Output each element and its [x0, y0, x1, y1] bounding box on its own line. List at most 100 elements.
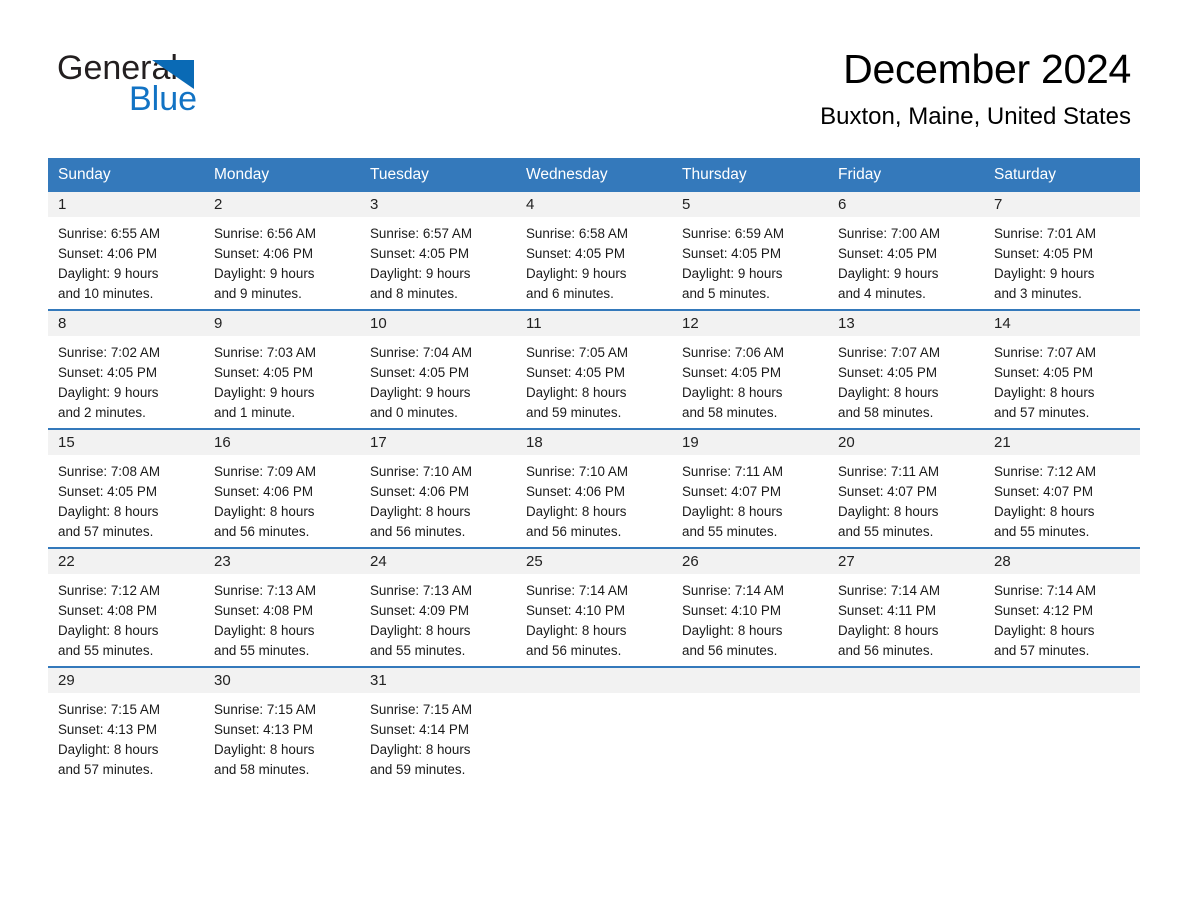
daylight-text-line2: and 58 minutes.: [214, 762, 310, 777]
week-row: 15 Sunrise: 7:08 AM Sunset: 4:05 PM Dayligh…: [48, 428, 1140, 548]
day-number: 24: [360, 549, 516, 574]
day-info: Sunrise: 7:02 AM Sunset: 4:05 PM Daylight:…: [48, 336, 204, 423]
general-blue-logo[interactable]: General Blue: [57, 48, 317, 118]
sunrise-text: Sunrise: 7:01 AM: [994, 226, 1096, 241]
day-cell[interactable]: 29 Sunrise: 7:15 AM Sunset: 4:13 PM Dayligh…: [48, 666, 204, 785]
sunset-text: Sunset: 4:10 PM: [526, 603, 625, 618]
day-cell[interactable]: 28 Sunrise: 7:14 AM Sunset: 4:12 PM Dayligh…: [984, 547, 1140, 667]
day-cell[interactable]: 17 Sunrise: 7:10 AM Sunset: 4:06 PM Dayligh…: [360, 428, 516, 548]
sunrise-text: Sunrise: 6:55 AM: [58, 226, 160, 241]
day-cell[interactable]: 12 Sunrise: 7:06 AM Sunset: 4:05 PM Dayligh…: [672, 309, 828, 429]
day-number: 9: [204, 311, 360, 336]
daylight-text-line1: Daylight: 8 hours: [58, 504, 159, 519]
day-cell[interactable]: 5 Sunrise: 6:59 AM Sunset: 4:05 PM Daylight…: [672, 192, 828, 310]
day-number: 11: [516, 311, 672, 336]
sunrise-text: Sunrise: 6:58 AM: [526, 226, 628, 241]
sunrise-text: Sunrise: 7:02 AM: [58, 345, 160, 360]
day-cell[interactable]: 21 Sunrise: 7:12 AM Sunset: 4:07 PM Dayligh…: [984, 428, 1140, 548]
sunrise-text: Sunrise: 7:14 AM: [994, 583, 1096, 598]
day-cell[interactable]: 19 Sunrise: 7:11 AM Sunset: 4:07 PM Dayligh…: [672, 428, 828, 548]
day-cell[interactable]: 13 Sunrise: 7:07 AM Sunset: 4:05 PM Dayligh…: [828, 309, 984, 429]
day-cell[interactable]: 4 Sunrise: 6:58 AM Sunset: 4:05 PM Daylight…: [516, 192, 672, 310]
day-cell[interactable]: 15 Sunrise: 7:08 AM Sunset: 4:05 PM Dayligh…: [48, 428, 204, 548]
day-number: 3: [360, 192, 516, 217]
weekday-header-monday: Monday: [204, 158, 360, 192]
day-cell[interactable]: 22 Sunrise: 7:12 AM Sunset: 4:08 PM Dayligh…: [48, 547, 204, 667]
day-cell[interactable]: 16 Sunrise: 7:09 AM Sunset: 4:06 PM Dayligh…: [204, 428, 360, 548]
day-cell[interactable]: 14 Sunrise: 7:07 AM Sunset: 4:05 PM Dayligh…: [984, 309, 1140, 429]
sunset-text: Sunset: 4:09 PM: [370, 603, 469, 618]
sunset-text: Sunset: 4:05 PM: [58, 484, 157, 499]
sunrise-text: Sunrise: 7:07 AM: [994, 345, 1096, 360]
day-cell[interactable]: 9 Sunrise: 7:03 AM Sunset: 4:05 PM Daylight…: [204, 309, 360, 429]
sunset-text: Sunset: 4:05 PM: [58, 365, 157, 380]
daylight-text-line1: Daylight: 8 hours: [214, 504, 315, 519]
daylight-text-line1: Daylight: 8 hours: [214, 623, 315, 638]
day-cell[interactable]: 18 Sunrise: 7:10 AM Sunset: 4:06 PM Dayligh…: [516, 428, 672, 548]
day-cell[interactable]: 7 Sunrise: 7:01 AM Sunset: 4:05 PM Daylight…: [984, 192, 1140, 310]
daylight-text-line2: and 8 minutes.: [370, 286, 458, 301]
sunset-text: Sunset: 4:06 PM: [214, 484, 313, 499]
daylight-text-line2: and 55 minutes.: [994, 524, 1090, 539]
day-cell[interactable]: 24 Sunrise: 7:13 AM Sunset: 4:09 PM Dayligh…: [360, 547, 516, 667]
day-cell[interactable]: 20 Sunrise: 7:11 AM Sunset: 4:07 PM Dayligh…: [828, 428, 984, 548]
daylight-text-line2: and 55 minutes.: [682, 524, 778, 539]
day-cell[interactable]: 30 Sunrise: 7:15 AM Sunset: 4:13 PM Dayligh…: [204, 666, 360, 785]
day-cell[interactable]: 8 Sunrise: 7:02 AM Sunset: 4:05 PM Daylight…: [48, 309, 204, 429]
day-info: Sunrise: 7:13 AM Sunset: 4:08 PM Daylight:…: [204, 574, 360, 661]
day-cell[interactable]: 27 Sunrise: 7:14 AM Sunset: 4:11 PM Dayligh…: [828, 547, 984, 667]
day-number: 12: [672, 311, 828, 336]
sunrise-text: Sunrise: 7:09 AM: [214, 464, 316, 479]
sunrise-text: Sunrise: 7:11 AM: [682, 464, 783, 479]
day-cell[interactable]: 25 Sunrise: 7:14 AM Sunset: 4:10 PM Dayligh…: [516, 547, 672, 667]
daylight-text-line2: and 55 minutes.: [370, 643, 466, 658]
sunset-text: Sunset: 4:08 PM: [214, 603, 313, 618]
day-cell[interactable]: 6 Sunrise: 7:00 AM Sunset: 4:05 PM Daylight…: [828, 192, 984, 310]
day-info: Sunrise: 7:10 AM Sunset: 4:06 PM Daylight:…: [360, 455, 516, 542]
sunset-text: Sunset: 4:05 PM: [214, 365, 313, 380]
day-cell[interactable]: 2 Sunrise: 6:56 AM Sunset: 4:06 PM Daylight…: [204, 192, 360, 310]
day-info: Sunrise: 7:07 AM Sunset: 4:05 PM Daylight:…: [828, 336, 984, 423]
day-cell[interactable]: 23 Sunrise: 7:13 AM Sunset: 4:08 PM Dayligh…: [204, 547, 360, 667]
daylight-text-line2: and 3 minutes.: [994, 286, 1082, 301]
sunset-text: Sunset: 4:05 PM: [838, 246, 937, 261]
day-info: Sunrise: 7:12 AM Sunset: 4:07 PM Daylight:…: [984, 455, 1140, 542]
daylight-text-line2: and 9 minutes.: [214, 286, 302, 301]
day-cell[interactable]: 26 Sunrise: 7:14 AM Sunset: 4:10 PM Dayligh…: [672, 547, 828, 667]
day-info: Sunrise: 7:07 AM Sunset: 4:05 PM Daylight:…: [984, 336, 1140, 423]
weekday-header-friday: Friday: [828, 158, 984, 192]
day-info: Sunrise: 7:08 AM Sunset: 4:05 PM Daylight:…: [48, 455, 204, 542]
day-info: Sunrise: 7:06 AM Sunset: 4:05 PM Daylight:…: [672, 336, 828, 423]
daylight-text-line1: Daylight: 9 hours: [214, 385, 315, 400]
daylight-text-line2: and 55 minutes.: [214, 643, 310, 658]
day-cell[interactable]: 1 Sunrise: 6:55 AM Sunset: 4:06 PM Daylight…: [48, 192, 204, 310]
day-cell[interactable]: 11 Sunrise: 7:05 AM Sunset: 4:05 PM Dayligh…: [516, 309, 672, 429]
day-info: Sunrise: 7:03 AM Sunset: 4:05 PM Daylight:…: [204, 336, 360, 423]
sunrise-text: Sunrise: 6:56 AM: [214, 226, 316, 241]
daylight-text-line1: Daylight: 8 hours: [994, 504, 1095, 519]
sunset-text: Sunset: 4:07 PM: [994, 484, 1093, 499]
daylight-text-line2: and 57 minutes.: [58, 524, 154, 539]
day-cell[interactable]: 10 Sunrise: 7:04 AM Sunset: 4:05 PM Dayligh…: [360, 309, 516, 429]
day-cell[interactable]: 31 Sunrise: 7:15 AM Sunset: 4:14 PM Dayligh…: [360, 666, 516, 785]
sunset-text: Sunset: 4:14 PM: [370, 722, 469, 737]
day-number: 30: [204, 668, 360, 693]
sunset-text: Sunset: 4:05 PM: [994, 365, 1093, 380]
day-info: Sunrise: 7:10 AM Sunset: 4:06 PM Daylight:…: [516, 455, 672, 542]
daylight-text-line1: Daylight: 8 hours: [370, 742, 471, 757]
daylight-text-line2: and 55 minutes.: [838, 524, 934, 539]
day-number: 6: [828, 192, 984, 217]
day-cell[interactable]: 3 Sunrise: 6:57 AM Sunset: 4:05 PM Daylight…: [360, 192, 516, 310]
sunrise-text: Sunrise: 7:14 AM: [682, 583, 784, 598]
day-number: 21: [984, 430, 1140, 455]
day-number: 15: [48, 430, 204, 455]
day-number: 25: [516, 549, 672, 574]
daylight-text-line1: Daylight: 8 hours: [58, 623, 159, 638]
sunrise-text: Sunrise: 7:11 AM: [838, 464, 939, 479]
daylight-text-line2: and 56 minutes.: [214, 524, 310, 539]
sunrise-text: Sunrise: 7:10 AM: [370, 464, 472, 479]
sunset-text: Sunset: 4:05 PM: [526, 246, 625, 261]
sunset-text: Sunset: 4:06 PM: [370, 484, 469, 499]
daylight-text-line1: Daylight: 8 hours: [526, 504, 627, 519]
day-info: Sunrise: 7:09 AM Sunset: 4:06 PM Daylight:…: [204, 455, 360, 542]
